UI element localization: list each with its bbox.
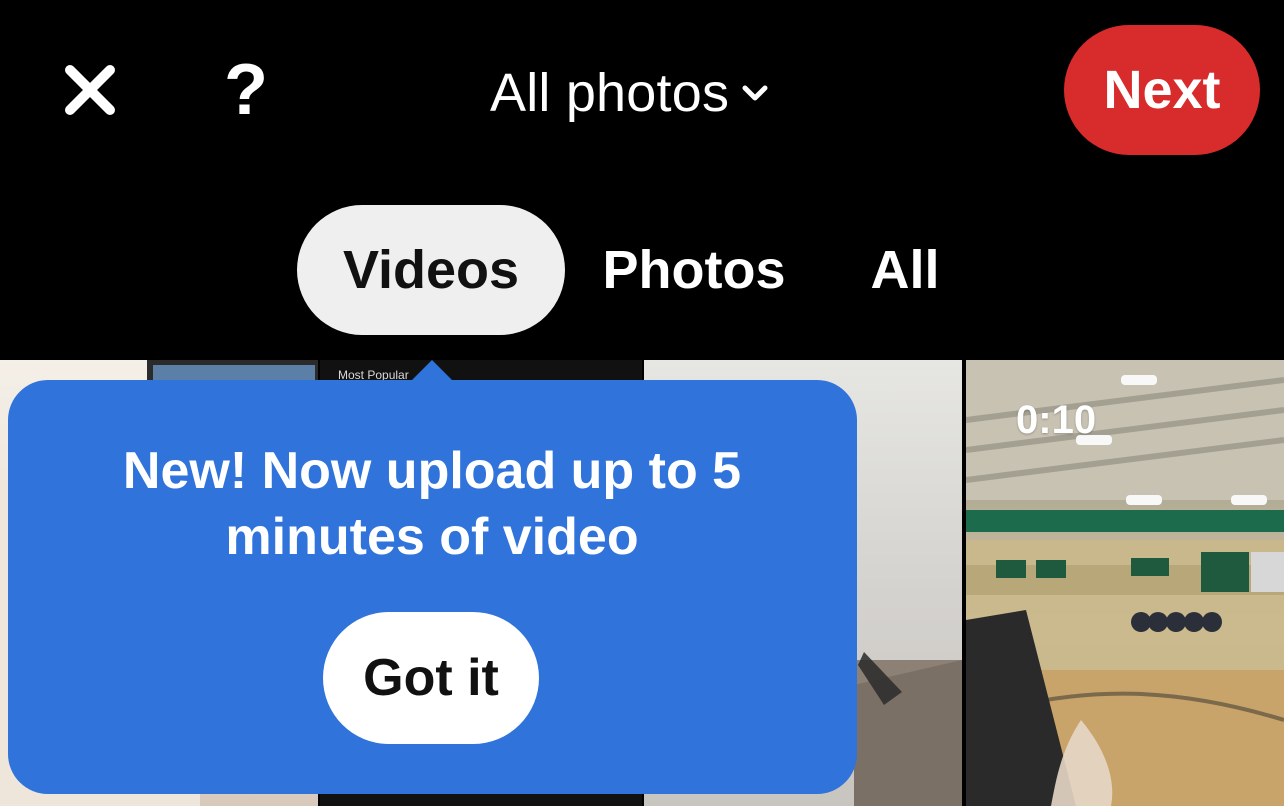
tab-all[interactable]: All — [858, 205, 952, 335]
help-icon: ? — [224, 50, 268, 130]
media-type-tabs: Videos Photos All — [0, 200, 1284, 340]
help-button[interactable]: ? — [214, 52, 278, 128]
got-it-button[interactable]: Got it — [323, 612, 539, 744]
upload-tooltip: New! Now upload up to 5 minutes of video… — [8, 380, 857, 794]
media-tile[interactable]: 0:10 — [966, 360, 1284, 806]
next-button[interactable]: Next — [1064, 25, 1260, 155]
album-title: All photos — [490, 63, 730, 123]
tooltip-message: New! Now upload up to 5 minutes of video — [122, 442, 742, 566]
album-selector[interactable]: All photos — [490, 58, 769, 128]
video-duration: 0:10 — [1016, 398, 1097, 442]
top-bar: ? All photos Next — [0, 0, 1284, 180]
tab-videos[interactable]: Videos — [297, 205, 565, 335]
close-button[interactable] — [58, 58, 122, 122]
close-icon — [65, 65, 115, 115]
chevron-down-icon — [742, 85, 768, 101]
tab-photos[interactable]: Photos — [590, 205, 798, 335]
tooltip-caret — [410, 360, 454, 382]
video-thumbnail — [966, 360, 1284, 806]
